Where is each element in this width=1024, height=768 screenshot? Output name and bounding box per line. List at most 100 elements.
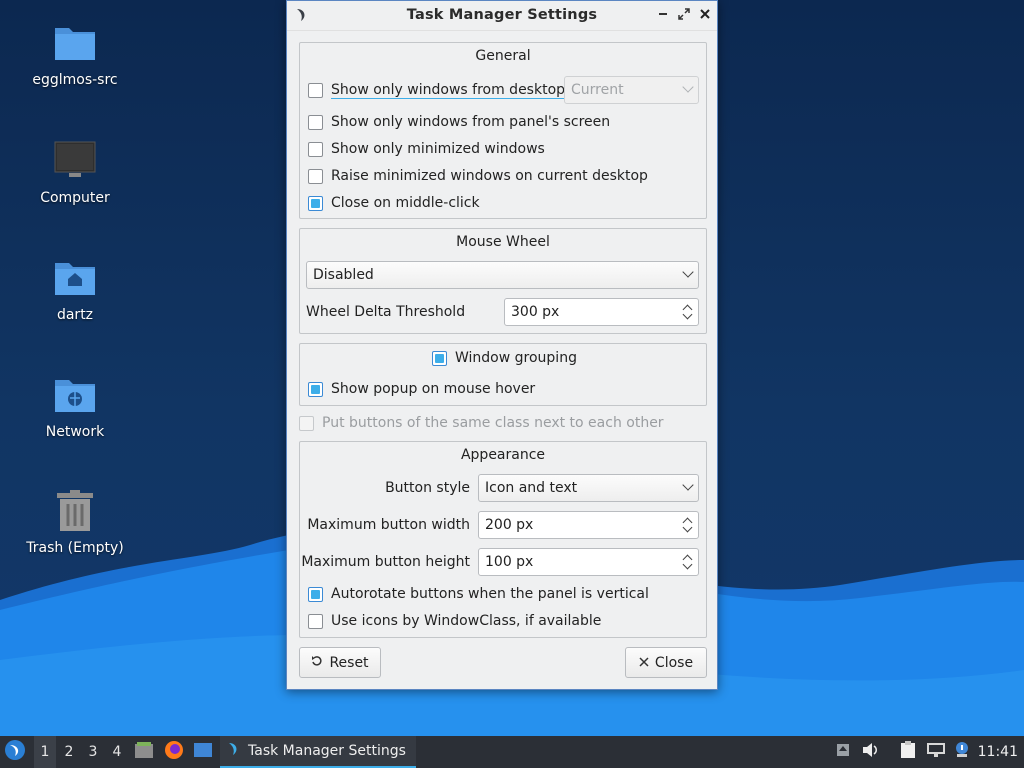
show-desktop-label: Show only windows from desktop [331,81,566,99]
mouse-wheel-group: Mouse Wheel Disabled Wheel Delta Thresho… [299,228,707,334]
desktop-icon-label: Trash (Empty) [26,540,124,556]
lubuntu-logo-icon [4,739,26,765]
popup-hover-option[interactable]: Show popup on mouse hover [308,379,535,399]
show-screen-option[interactable]: Show only windows from panel's screen [308,112,610,132]
reset-label: Reset [329,654,369,671]
desktop-select[interactable]: Current [564,76,699,104]
desktop-icon [193,741,213,763]
show-desktop-option[interactable]: Show only windows from desktop [308,80,566,100]
max-width-value: 200 px [485,517,534,533]
use-icons-label: Use icons by WindowClass, if available [331,613,602,629]
appearance-group: Appearance Button style Icon and text Ma… [299,441,707,638]
spin-down-icon[interactable] [682,309,693,320]
show-desktop-launcher[interactable] [193,736,215,768]
autorotate-checkbox[interactable] [308,586,323,602]
max-height-label: Maximum button height [301,554,470,570]
same-class-option[interactable]: Put buttons of the same class next to ea… [299,413,664,433]
button-style-label: Button style [385,480,470,496]
max-width-label: Maximum button width [307,517,470,533]
update-tray[interactable] [954,736,972,768]
wheel-threshold-spinbox[interactable]: 300 px [504,298,699,326]
task-button-label: Task Manager Settings [248,743,406,759]
same-class-label: Put buttons of the same class next to ea… [322,415,664,431]
folder-icon [53,22,97,66]
use-icons-checkbox[interactable] [308,613,323,629]
mouse-wheel-select[interactable]: Disabled [306,261,699,289]
close-icon[interactable] [697,8,713,24]
chevron-down-icon [682,479,694,491]
max-height-value: 100 px [485,554,534,570]
network-icon [926,742,946,762]
window-grouping-group: Window grouping Show popup on mouse hove… [299,343,707,406]
desktop-icon-label: dartz [56,307,94,323]
info-icon [954,742,970,762]
show-minimized-option[interactable]: Show only minimized windows [308,139,545,159]
undo-icon [311,655,323,671]
window-grouping-checkbox[interactable] [432,350,447,366]
volume-tray[interactable] [862,736,882,768]
tray-arrow[interactable] [836,736,852,768]
firefox-launcher[interactable] [164,736,186,768]
trash-icon [53,490,97,534]
app-icon [226,741,240,761]
use-icons-option[interactable]: Use icons by WindowClass, if available [308,611,601,631]
firefox-icon [164,740,184,764]
general-group-title: General [475,48,531,64]
show-minimized-label: Show only minimized windows [331,141,545,157]
close-icon [639,655,649,671]
maximize-button[interactable] [676,8,692,24]
volume-icon [862,742,880,762]
task-button-task-manager-settings[interactable]: Task Manager Settings [220,736,416,768]
show-minimized-checkbox[interactable] [308,141,323,157]
chevron-down-icon [682,81,694,93]
start-menu-button[interactable] [4,736,28,768]
desktop-icon-computer[interactable]: Computer [20,140,130,206]
taskbar: 1 2 3 4 Task Manager Settings 11:41 [0,736,1024,768]
close-middle-click-checkbox[interactable] [308,195,323,211]
mouse-wheel-group-title: Mouse Wheel [456,234,550,250]
max-height-spinbox[interactable]: 100 px [478,548,699,576]
show-screen-label: Show only windows from panel's screen [331,114,611,130]
window-titlebar[interactable]: Task Manager Settings [287,1,717,31]
button-style-select[interactable]: Icon and text [478,474,699,502]
close-label: Close [654,654,694,671]
autorotate-option[interactable]: Autorotate buttons when the panel is ver… [308,584,649,604]
raise-minimized-checkbox[interactable] [308,168,323,184]
computer-icon [53,140,97,184]
same-class-checkbox[interactable] [299,415,314,431]
desktop-icon-network[interactable]: Network [20,374,130,440]
window-grouping-option[interactable]: Window grouping [432,348,577,368]
reset-button[interactable]: Reset [299,647,381,678]
raise-minimized-option[interactable]: Raise minimized windows on current deskt… [308,166,648,186]
wheel-threshold-value: 300 px [511,304,560,320]
desktop-icon-trash[interactable]: Trash (Empty) [20,490,130,556]
desktop-icon-label: egglmos-src [32,72,118,88]
close-middle-click-option[interactable]: Close on middle-click [308,193,480,213]
workspace-4[interactable]: 4 [106,736,128,768]
window-title: Task Manager Settings [406,7,598,23]
clipboard-tray[interactable] [900,736,920,768]
desktop-icon-label: Computer [40,190,110,206]
clock[interactable]: 11:41 [978,736,1018,768]
window-grouping-label: Window grouping [455,350,577,366]
show-screen-checkbox[interactable] [308,114,323,130]
desktop-icon-egglmos-src[interactable]: egglmos-src [20,22,130,88]
spin-down-icon[interactable] [682,522,693,533]
workspace-3[interactable]: 3 [82,736,104,768]
clipboard-icon [900,741,916,763]
minimize-button[interactable] [655,8,671,24]
workspace-2[interactable]: 2 [58,736,80,768]
popup-hover-checkbox[interactable] [308,381,323,397]
max-width-spinbox[interactable]: 200 px [478,511,699,539]
spin-down-icon[interactable] [682,559,693,570]
file-manager-launcher[interactable] [134,736,156,768]
button-style-value: Icon and text [485,480,578,496]
autorotate-label: Autorotate buttons when the panel is ver… [331,586,649,602]
show-desktop-checkbox[interactable] [308,82,323,98]
general-group: General Show only windows from desktop C… [299,42,707,219]
network-tray[interactable] [926,736,948,768]
task-manager-settings-window: Task Manager Settings General Show only … [286,0,718,690]
workspace-1[interactable]: 1 [34,736,56,768]
desktop-icon-dartz[interactable]: dartz [20,257,130,323]
close-button[interactable]: Close [625,647,707,678]
